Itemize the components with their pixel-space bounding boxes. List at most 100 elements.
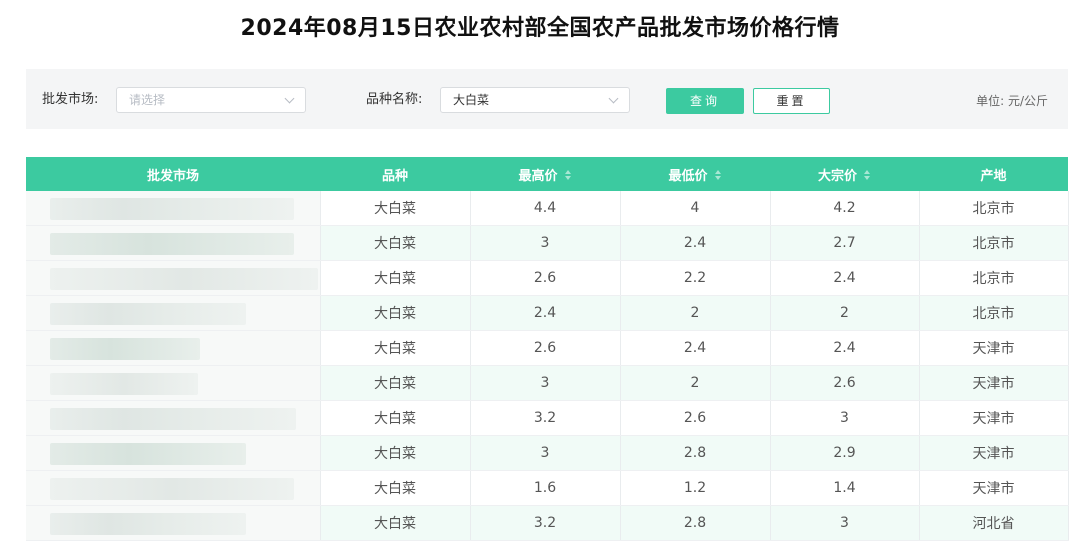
market-filter-label: 批发市场:: [42, 92, 99, 107]
chevron-down-icon: [284, 93, 295, 104]
market-cell-redacted: [26, 505, 321, 541]
table-body: 大白菜 4.4 4 4.2 北京市 大白菜 3 2.4 2.7 北京市 大白菜 2.6 2.2 2.4 北京…: [26, 191, 1069, 541]
cell-bulk-price: 4.2: [770, 191, 920, 226]
cell-origin: 河北省: [919, 505, 1069, 541]
unit-label: 单位: 元/公斤: [976, 94, 1048, 108]
cell-variety: 大白菜: [320, 435, 471, 471]
table-row: 大白菜 3 2 2.6 天津市: [26, 365, 1069, 401]
table-row: 大白菜 1.6 1.2 1.4 天津市: [26, 470, 1069, 506]
redacted-block: [50, 478, 294, 500]
cell-variety: 大白菜: [320, 191, 471, 226]
cell-max-price: 3: [470, 365, 621, 401]
cell-bulk-price: 2.9: [770, 435, 920, 471]
variety-select[interactable]: 大白菜: [440, 87, 630, 113]
cell-origin: 天津市: [919, 470, 1069, 506]
redacted-block: [50, 513, 246, 535]
cell-variety: 大白菜: [320, 330, 471, 366]
cell-min-price: 2.4: [620, 225, 771, 261]
market-cell-redacted: [26, 400, 321, 436]
cell-variety: 大白菜: [320, 505, 471, 541]
market-cell-redacted: [26, 470, 321, 506]
price-table: 批发市场 品种 最高价 最低价 大宗价 产地 大白菜 4.4 4 4.2 北京市 大白菜 3…: [26, 157, 1069, 541]
cell-min-price: 2.8: [620, 505, 771, 541]
cell-origin: 北京市: [919, 260, 1069, 296]
cell-min-price: 2.8: [620, 435, 771, 471]
cell-min-price: 2: [620, 365, 771, 401]
filter-bar: 批发市场: 请选择 品种名称: 大白菜 查询 重置 单位: 元/公斤: [26, 69, 1068, 129]
cell-variety: 大白菜: [320, 470, 471, 506]
cell-min-price: 2: [620, 295, 771, 331]
header-origin: 产地: [980, 168, 1007, 184]
cell-max-price: 3.2: [470, 400, 621, 436]
market-cell-redacted: [26, 225, 321, 261]
table-row: 大白菜 2.6 2.2 2.4 北京市: [26, 260, 1069, 296]
redacted-block: [50, 268, 318, 290]
cell-variety: 大白菜: [320, 400, 471, 436]
sort-icon[interactable]: [863, 170, 871, 182]
cell-bulk-price: 2.4: [770, 330, 920, 366]
header-variety: 品种: [381, 168, 408, 184]
redacted-block: [50, 198, 294, 220]
cell-bulk-price: 3: [770, 400, 920, 436]
redacted-block: [50, 338, 200, 360]
table-header-row: 批发市场 品种 最高价 最低价 大宗价 产地: [26, 157, 1068, 191]
market-select[interactable]: 请选择: [116, 87, 306, 113]
cell-min-price: 2.2: [620, 260, 771, 296]
sort-icon[interactable]: [714, 170, 722, 182]
table-row: 大白菜 2.6 2.4 2.4 天津市: [26, 330, 1069, 366]
market-cell-redacted: [26, 365, 321, 401]
market-cell-redacted: [26, 191, 321, 226]
redacted-block: [50, 373, 198, 395]
cell-bulk-price: 2.4: [770, 260, 920, 296]
cell-max-price: 2.6: [470, 330, 621, 366]
cell-bulk-price: 1.4: [770, 470, 920, 506]
market-cell-redacted: [26, 435, 321, 471]
table-row: 大白菜 3 2.8 2.9 天津市: [26, 435, 1069, 471]
table-row: 大白菜 3 2.4 2.7 北京市: [26, 225, 1069, 261]
table-row: 大白菜 3.2 2.8 3 河北省: [26, 505, 1069, 541]
redacted-block: [50, 408, 296, 430]
redacted-block: [50, 303, 246, 325]
chevron-down-icon: [608, 93, 619, 104]
cell-origin: 天津市: [919, 435, 1069, 471]
variety-select-value: 大白菜: [453, 93, 490, 107]
cell-origin: 天津市: [919, 330, 1069, 366]
cell-max-price: 1.6: [470, 470, 621, 506]
reset-button[interactable]: 重置: [753, 88, 830, 114]
header-min-price[interactable]: 最低价: [620, 157, 770, 191]
cell-variety: 大白菜: [320, 260, 471, 296]
cell-max-price: 2.6: [470, 260, 621, 296]
cell-origin: 天津市: [919, 400, 1069, 436]
table-row: 大白菜 4.4 4 4.2 北京市: [26, 191, 1069, 226]
cell-variety: 大白菜: [320, 365, 471, 401]
price-table-container: 批发市场 品种 最高价 最低价 大宗价 产地 大白菜 4.4 4 4.2 北京市 大白菜 3…: [26, 157, 1069, 541]
header-max-price[interactable]: 最高价: [470, 157, 620, 191]
table-row: 大白菜 3.2 2.6 3 天津市: [26, 400, 1069, 436]
cell-min-price: 2.4: [620, 330, 771, 366]
query-button[interactable]: 查询: [666, 88, 744, 114]
redacted-block: [50, 443, 246, 465]
header-bulk-price[interactable]: 大宗价: [770, 157, 919, 191]
cell-variety: 大白菜: [320, 295, 471, 331]
market-cell-redacted: [26, 260, 321, 296]
header-min-price-label: 最低价: [668, 168, 708, 184]
cell-origin: 北京市: [919, 225, 1069, 261]
cell-min-price: 4: [620, 191, 771, 226]
cell-origin: 天津市: [919, 365, 1069, 401]
table-row: 大白菜 2.4 2 2 北京市: [26, 295, 1069, 331]
cell-variety: 大白菜: [320, 225, 471, 261]
market-cell-redacted: [26, 330, 321, 366]
cell-origin: 北京市: [919, 295, 1069, 331]
redacted-block: [50, 233, 294, 255]
cell-max-price: 4.4: [470, 191, 621, 226]
market-cell-redacted: [26, 295, 321, 331]
cell-bulk-price: 2.7: [770, 225, 920, 261]
cell-max-price: 3.2: [470, 505, 621, 541]
cell-origin: 北京市: [919, 191, 1069, 226]
cell-min-price: 1.2: [620, 470, 771, 506]
header-market: 批发市场: [146, 168, 199, 184]
cell-bulk-price: 2.6: [770, 365, 920, 401]
sort-icon[interactable]: [564, 170, 572, 182]
cell-max-price: 3: [470, 435, 621, 471]
variety-filter-label: 品种名称:: [366, 92, 423, 107]
